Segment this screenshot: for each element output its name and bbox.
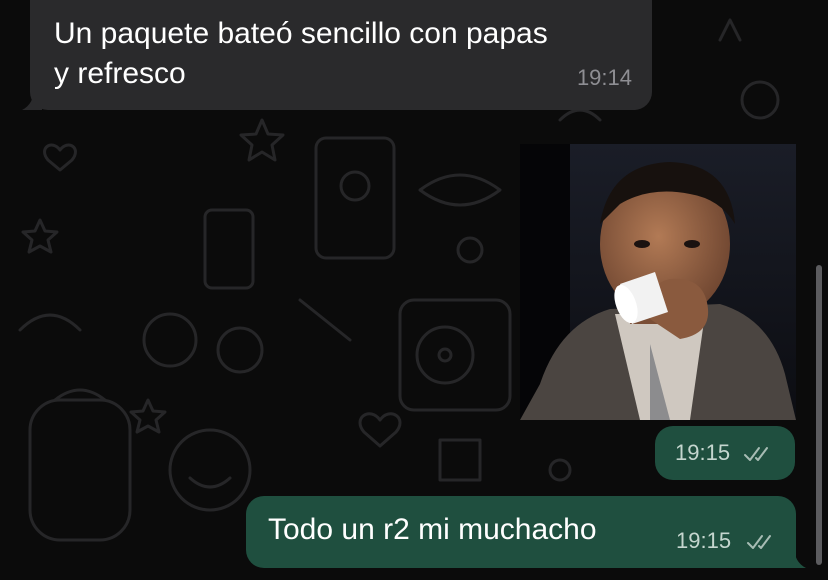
outgoing-message-bubble[interactable]: Todo un r2 mi muchacho 19:15	[246, 496, 796, 568]
outgoing-bubble-tail	[786, 546, 806, 568]
incoming-message-bubble[interactable]: Un paquete bateó sencillo con papas y re…	[30, 0, 652, 110]
double-check-icon	[747, 535, 771, 549]
message-timestamp: 19:15	[676, 528, 732, 553]
message-timestamp: 19:14	[576, 65, 632, 90]
message-text: Todo un r2 mi muchacho	[268, 513, 597, 546]
message-text-line-2: y refresco	[54, 57, 186, 90]
scrollbar[interactable]	[816, 265, 822, 565]
message-timestamp: 19:15	[675, 440, 731, 465]
image-message[interactable]	[520, 144, 796, 420]
boy-drinking-photo	[520, 144, 796, 420]
chat-view[interactable]: Un paquete bateó sencillo con papas y re…	[0, 0, 828, 580]
image-message-meta: 19:15	[655, 426, 795, 480]
message-text-line-1: Un paquete bateó sencillo con papas	[54, 17, 548, 50]
message-text: Un paquete bateó sencillo con papas y re…	[54, 14, 634, 94]
double-check-icon	[744, 447, 768, 461]
incoming-bubble-tail	[22, 88, 42, 110]
